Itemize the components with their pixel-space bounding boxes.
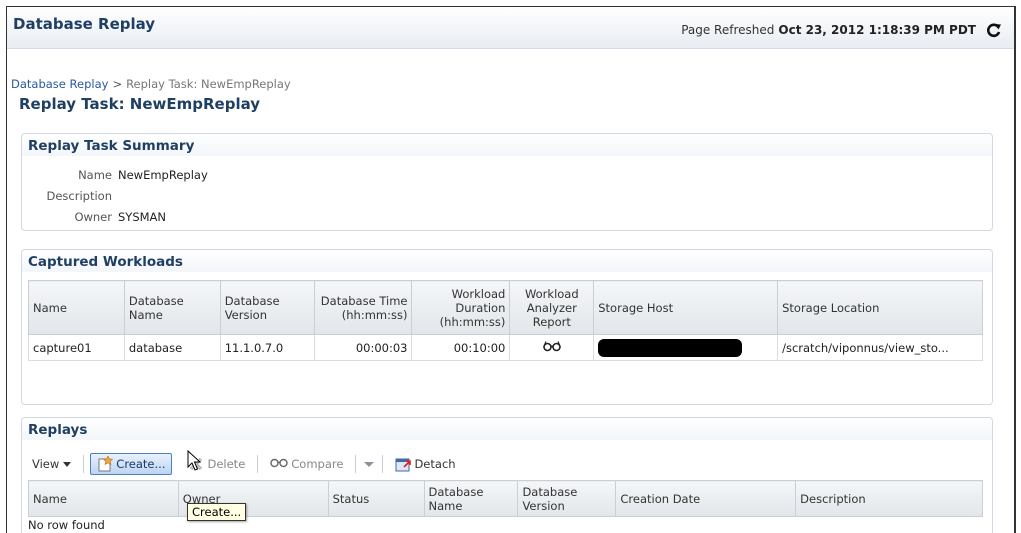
breadcrumb-current: Replay Task: NewEmpReplay [126, 77, 291, 91]
column-header[interactable]: Creation Date [615, 480, 797, 517]
capture-db-name: database [123, 334, 221, 361]
breadcrumb: Database Replay > Replay Task: NewEmpRep… [11, 77, 291, 91]
summary-name-label: Name [78, 168, 112, 182]
detach-button-label: Detach [414, 457, 456, 471]
summary-name-value: NewEmpReplay [118, 168, 208, 182]
glasses-icon[interactable] [542, 340, 561, 355]
column-header[interactable]: Database Version [219, 280, 315, 335]
table-header-row: Name Owner Status Database Name Database… [28, 480, 983, 517]
toolbar-divider [355, 455, 357, 473]
toolbar-divider [257, 455, 259, 473]
create-new-icon [97, 455, 114, 472]
refresh-icon[interactable] [986, 22, 1002, 38]
column-header[interactable]: Status [327, 480, 425, 517]
summary-title: Replay Task Summary [28, 138, 195, 154]
create-button-label: Create... [116, 457, 166, 471]
column-header[interactable]: Database Time (hh:mm:ss) [313, 280, 413, 335]
panel-header [22, 418, 992, 440]
captured-workloads-table: Name Database Name Database Version Data… [28, 280, 983, 361]
empty-table-message: No row found [28, 518, 105, 532]
mouse-cursor-icon [187, 449, 202, 472]
toolbar-divider [382, 455, 384, 473]
refresh-time: Oct 23, 2012 1:18:39 PM PDT [778, 23, 976, 37]
capture-db-version: 11.1.0.7.0 [219, 334, 315, 361]
replays-table: Name Owner Status Database Name Database… [28, 480, 983, 517]
app-window: Database Replay Page Refreshed Oct 23, 2… [6, 6, 1016, 533]
column-header[interactable]: Name [28, 480, 179, 517]
replays-panel: Replays View Create... Delete Compare De… [21, 417, 993, 533]
glasses-icon [270, 456, 288, 472]
compare-button-label: Compare [291, 457, 344, 471]
refresh-label: Page Refreshed [681, 23, 775, 37]
column-header[interactable]: Database Name [423, 480, 519, 517]
capture-name: capture01 [28, 334, 125, 361]
create-button[interactable]: Create... [90, 453, 173, 475]
compare-button[interactable]: Compare [264, 453, 349, 475]
header-bar: Database Replay Page Refreshed Oct 23, 2… [7, 7, 1014, 49]
breadcrumb-separator: > [112, 77, 123, 91]
compare-dropdown-button[interactable] [362, 453, 376, 475]
caret-down-icon [364, 457, 375, 471]
column-header[interactable]: Description [795, 480, 983, 517]
breadcrumb-link-database-replay[interactable]: Database Replay [11, 77, 108, 91]
create-tooltip: Create... [187, 503, 247, 521]
summary-description-label: Description [46, 189, 113, 203]
column-header[interactable]: Workload Duration (hh:mm:ss) [411, 280, 511, 335]
page-refresh-info: Page Refreshed Oct 23, 2012 1:18:39 PM P… [681, 22, 1002, 38]
replays-toolbar: View Create... Delete Compare Detach [22, 450, 992, 478]
redacted-storage-host [598, 338, 743, 357]
column-header[interactable]: Database Name [123, 280, 221, 335]
summary-owner-value: SYSMAN [118, 210, 167, 224]
column-header[interactable]: Name [28, 280, 125, 335]
capture-storage-host [593, 334, 779, 361]
capture-duration: 00:10:00 [411, 334, 511, 361]
analyzer-report-cell [509, 334, 595, 361]
table-row[interactable]: capture01 database 11.1.0.7.0 00:00:03 0… [28, 334, 983, 361]
column-header[interactable]: Storage Location [777, 280, 983, 335]
detach-button[interactable]: Detach [389, 453, 461, 475]
capture-storage-location: /scratch/viponnus/view_sto... [777, 334, 983, 361]
captured-workloads-panel: Captured Workloads Name Database Name Da… [21, 249, 993, 405]
column-header[interactable]: Database Version [517, 480, 617, 517]
detach-icon [395, 456, 412, 472]
table-header-row: Name Database Name Database Version Data… [28, 280, 983, 335]
view-menu-button[interactable]: View [26, 453, 77, 475]
delete-button-label: Delete [207, 457, 246, 471]
column-header[interactable]: Workload Analyzer Report [509, 280, 595, 335]
caret-down-icon [63, 457, 72, 471]
toolbar-divider [83, 455, 85, 473]
summary-owner-label: Owner [74, 210, 112, 224]
view-menu-label: View [32, 457, 60, 471]
column-header[interactable]: Storage Host [593, 280, 779, 335]
replays-title: Replays [28, 422, 88, 438]
capture-db-time: 00:00:03 [313, 334, 413, 361]
captured-title: Captured Workloads [28, 254, 183, 270]
app-title: Database Replay [13, 15, 156, 33]
replay-task-summary-panel: Replay Task Summary Name NewEmpReplay De… [21, 133, 993, 231]
page-title: Replay Task: NewEmpReplay [19, 95, 261, 113]
